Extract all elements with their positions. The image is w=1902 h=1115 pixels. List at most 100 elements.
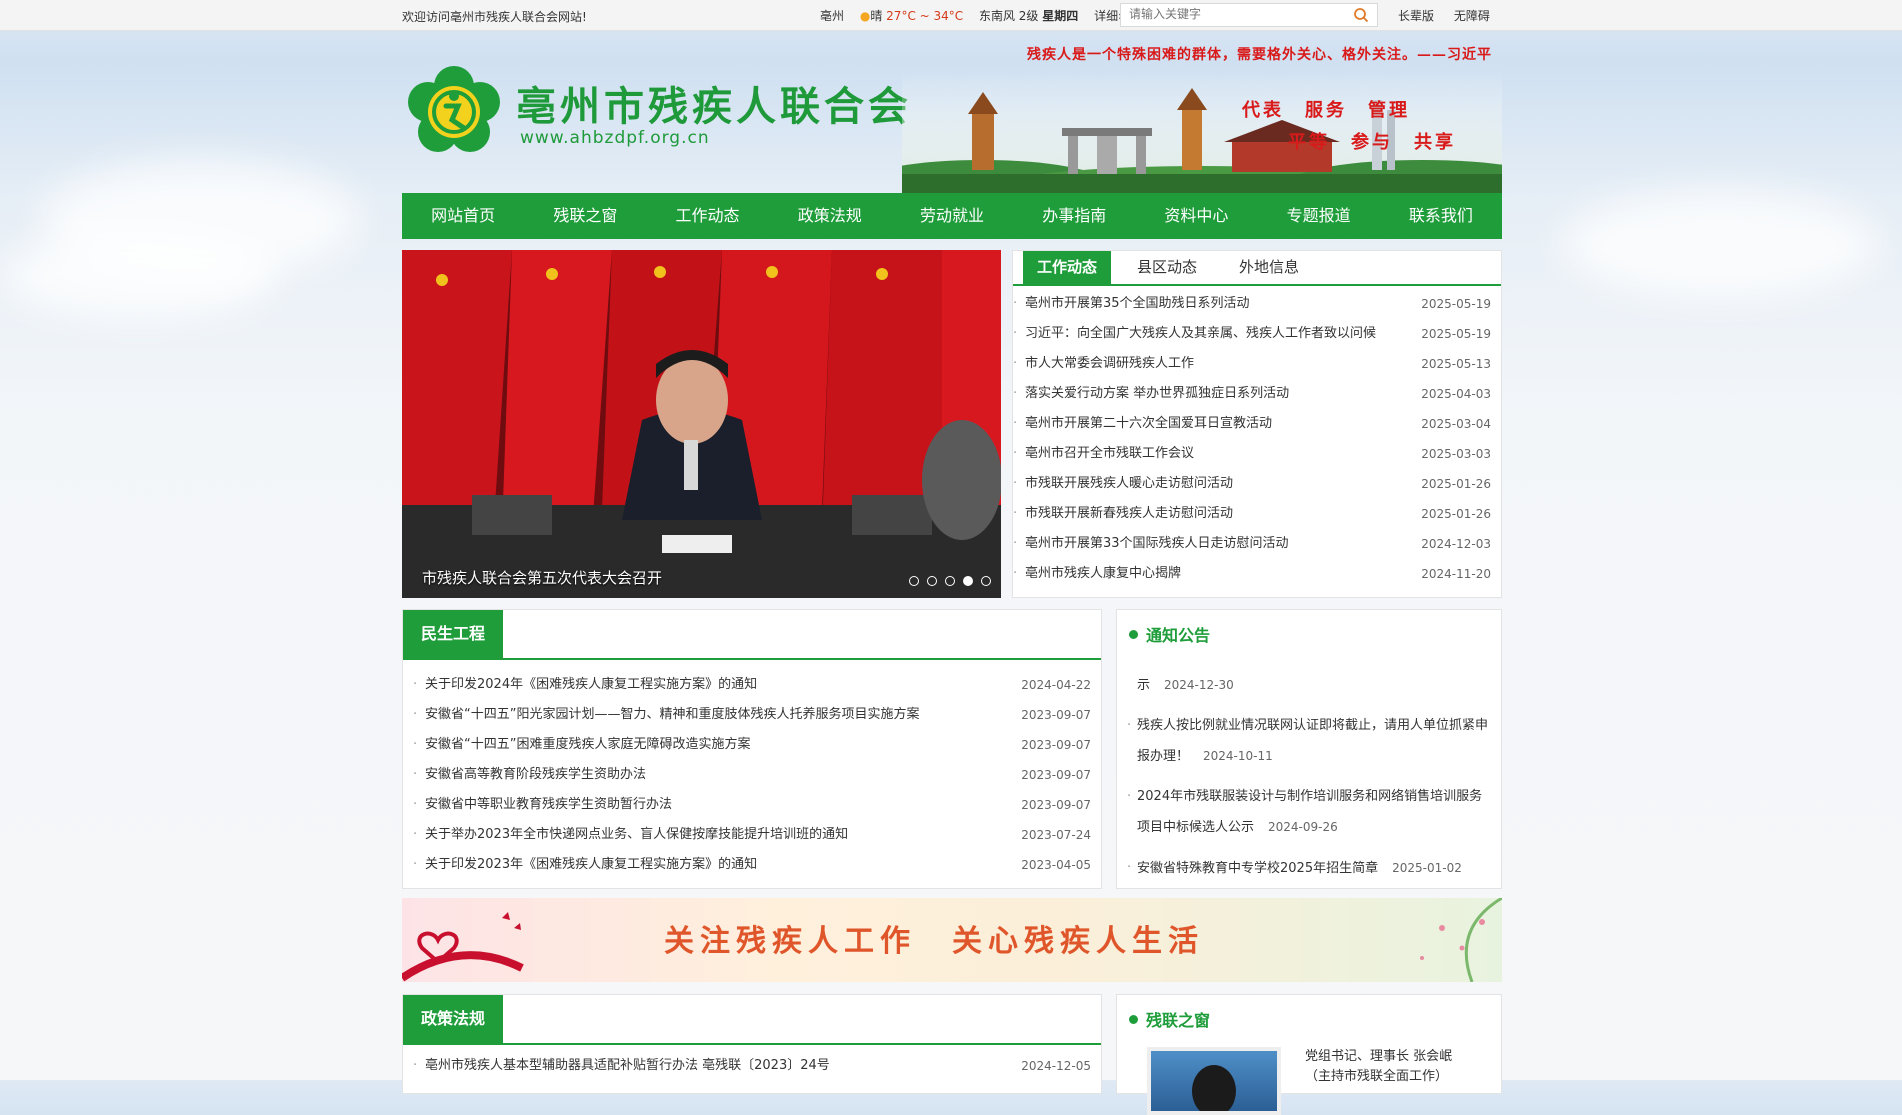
notice-item[interactable]: 亳州市直属用人单位2023年度按比例安排残疾人就业情况公示2024-12-30 bbox=[1127, 660, 1493, 701]
weather-temp: 27°C ~ 34°C bbox=[886, 9, 964, 23]
nav-policy[interactable]: 政策法规 bbox=[769, 193, 891, 239]
item-title[interactable]: 关于印发2023年《困难残疾人康复工程实施方案》的通知 bbox=[425, 850, 757, 880]
item-date: 2023-09-07 bbox=[1021, 738, 1091, 752]
item-title[interactable]: 安徽省“十四五”困难重度残疾人家庭无障碍改造实施方案 bbox=[425, 730, 750, 760]
item-title[interactable]: 安徽省“十四五”阳光家园计划——智力、精神和重度肢体残疾人托养服务项目实施方案 bbox=[425, 700, 919, 730]
logo-icon[interactable] bbox=[408, 66, 500, 158]
notice-item[interactable]: 安徽省特殊教育中专学校2025年招生简章 2025-01-02 bbox=[1127, 853, 1493, 874]
notice-item[interactable]: 残疾人按比例就业情况联网认证即将截止，请用人单位抓紧申报办理！2024-10-1… bbox=[1127, 711, 1493, 772]
news-title[interactable]: 市残联开展新春残疾人走访慰问活动 bbox=[1025, 499, 1233, 529]
heart-ribbon-illustration bbox=[402, 912, 524, 982]
search-icon[interactable] bbox=[1353, 7, 1369, 23]
list-item[interactable]: · 落实关爱行动方案 举办世界孤独症日系列活动 2025-04-03 bbox=[1013, 379, 1491, 409]
nav-guide[interactable]: 办事指南 bbox=[1013, 193, 1135, 239]
news-title[interactable]: 亳州市开展第二十六次全国爱耳日宣教活动 bbox=[1025, 409, 1272, 439]
accessibility-link[interactable]: 无障碍 bbox=[1454, 9, 1490, 23]
list-item[interactable]: · 习近平：向全国广大残疾人及其亲属、残疾人工作者致以问候 2025-05-19 bbox=[1013, 319, 1491, 349]
nav-home[interactable]: 网站首页 bbox=[402, 193, 524, 239]
notice-item-title: 残疾人按比例就业情况联网认证即将截止，请用人单位抓紧申报办理！ bbox=[1137, 718, 1489, 764]
nav-federation-window[interactable]: 残联之窗 bbox=[524, 193, 646, 239]
news-title[interactable]: 亳州市召开全市残联工作会议 bbox=[1025, 439, 1194, 469]
floral-decoration bbox=[1420, 898, 1502, 982]
news-date: 2025-05-19 bbox=[1421, 327, 1491, 341]
site-header: 残疾人是一个特殊困难的群体，需要格外关心、格外关注。——习近平 亳州市残疾人联合… bbox=[402, 30, 1502, 193]
list-item[interactable]: · 安徽省“十四五”困难重度残疾人家庭无障碍改造实施方案 2023-09-07 bbox=[413, 730, 1091, 760]
item-title[interactable]: 安徽省中等职业教育残疾学生资助暂行办法 bbox=[425, 790, 672, 820]
news-title[interactable]: 市人大常委会调研残疾人工作 bbox=[1025, 349, 1194, 379]
news-date: 2025-01-26 bbox=[1421, 477, 1491, 491]
list-item[interactable]: · 安徽省“十四五”阳光家园计划——智力、精神和重度肢体残疾人托养服务项目实施方案… bbox=[413, 700, 1091, 730]
notice-item-date: 2024-12-30 bbox=[1164, 678, 1234, 692]
list-item[interactable]: · 亳州市残疾人康复中心揭牌 2024-11-20 bbox=[1013, 559, 1491, 589]
nav-special-reports[interactable]: 专题报道 bbox=[1258, 193, 1380, 239]
nav-work-news[interactable]: 工作动态 bbox=[646, 193, 768, 239]
item-date: 2024-04-22 bbox=[1021, 678, 1091, 692]
item-date: 2023-04-05 bbox=[1021, 858, 1091, 872]
banner-slideshow[interactable]: 市残疾人联合会第五次代表大会召开 bbox=[402, 250, 1001, 598]
list-item[interactable]: · 亳州市召开全市残联工作会议 2025-03-03 bbox=[1013, 439, 1491, 469]
leader-duty: （主持市残联全面工作） bbox=[1305, 1069, 1449, 1084]
search-input[interactable] bbox=[1121, 4, 1329, 24]
tab-county-news[interactable]: 县区动态 bbox=[1137, 251, 1197, 284]
news-title[interactable]: 亳州市开展第35个全国助残日系列活动 bbox=[1025, 289, 1250, 319]
news-title[interactable]: 亳州市开展第33个国际残疾人日走访慰问活动 bbox=[1025, 529, 1289, 559]
news-title[interactable]: 习近平：向全国广大残疾人及其亲属、残疾人工作者致以问候 bbox=[1025, 319, 1376, 349]
weather-widget: 亳州 ●晴 27°C ~ 34°C 东南风 2级 星期四 详细» bbox=[820, 7, 1125, 24]
news-date: 2025-04-03 bbox=[1421, 387, 1491, 401]
nav-resources[interactable]: 资料中心 bbox=[1135, 193, 1257, 239]
leader-photo[interactable] bbox=[1147, 1047, 1281, 1115]
top-links: 长辈版 无障碍 bbox=[1398, 7, 1506, 24]
green-dot-icon bbox=[1129, 1015, 1138, 1024]
list-item[interactable]: · 关于举办2023年全市快递网点业务、盲人保健按摩技能提升培训班的通知 2023-… bbox=[413, 820, 1091, 850]
notice-title[interactable]: 通知公告 bbox=[1129, 622, 1210, 646]
list-item[interactable]: · 亳州市开展第33个国际残疾人日走访慰问活动 2024-12-03 bbox=[1013, 529, 1491, 559]
main-nav: 网站首页 残联之窗 工作动态 政策法规 劳动就业 办事指南 资料中心 专题报道 … bbox=[402, 193, 1502, 239]
leader-info[interactable]: 党组书记、理事长 张会岷 （主持市残联全面工作） bbox=[1305, 1047, 1452, 1087]
tab-work-news[interactable]: 工作动态 bbox=[1023, 251, 1112, 284]
news-date: 2025-05-13 bbox=[1421, 357, 1491, 371]
top-bar: 欢迎访问亳州市残疾人联合会网站! 亳州 ●晴 27°C ~ 34°C 东南风 2… bbox=[0, 0, 1902, 31]
section-title[interactable]: 民生工程 bbox=[403, 610, 504, 658]
notice-item-date: 2025-01-02 bbox=[1392, 861, 1462, 874]
list-item[interactable]: · 安徽省中等职业教育残疾学生资助暂行办法 2023-09-07 bbox=[413, 790, 1091, 820]
item-title[interactable]: 关于印发2024年《困难残疾人康复工程实施方案》的通知 bbox=[425, 670, 757, 700]
notice-item-date: 2024-09-26 bbox=[1268, 820, 1338, 834]
nav-employment[interactable]: 劳动就业 bbox=[891, 193, 1013, 239]
nav-contact[interactable]: 联系我们 bbox=[1380, 193, 1502, 239]
item-title[interactable]: 亳州市残疾人基本型辅助器具适配补贴暂行办法 亳残联〔2023〕24号 bbox=[425, 1051, 830, 1081]
elder-mode-link[interactable]: 长辈版 bbox=[1398, 9, 1434, 23]
promo-text: 关注残疾人工作 关心残疾人生活 bbox=[664, 924, 1204, 959]
list-item[interactable]: · 亳州市开展第35个全国助残日系列活动 2025-05-19 bbox=[1013, 289, 1491, 319]
promo-banner[interactable]: 关注残疾人工作 关心残疾人生活 bbox=[402, 898, 1502, 982]
list-item[interactable]: · 市人大常委会调研残疾人工作 2025-05-13 bbox=[1013, 349, 1491, 379]
news-title[interactable]: 市残联开展残疾人暖心走访慰问活动 bbox=[1025, 469, 1233, 499]
list-item[interactable]: · 亳州市开展第二十六次全国爱耳日宣教活动 2025-03-04 bbox=[1013, 409, 1491, 439]
news-title[interactable]: 亳州市残疾人康复中心揭牌 bbox=[1025, 559, 1181, 589]
window-section: 残联之窗 党组书记、理事长 张会岷 （主持市残联全面工作） bbox=[1116, 994, 1502, 1115]
item-date: 2023-09-07 bbox=[1021, 708, 1091, 722]
list-item[interactable]: · 市残联开展残疾人暖心走访慰问活动 2025-01-26 bbox=[1013, 469, 1491, 499]
leader-title: 党组书记、理事长 张会岷 bbox=[1305, 1049, 1453, 1064]
news-title[interactable]: 落实关爱行动方案 举办世界孤独症日系列活动 bbox=[1025, 379, 1289, 409]
item-title[interactable]: 安徽省高等教育阶段残疾学生资助办法 bbox=[425, 760, 646, 790]
list-item[interactable]: · 关于印发2024年《困难残疾人康复工程实施方案》的通知 2024-04-22 bbox=[413, 670, 1091, 700]
slide-dot-active[interactable] bbox=[963, 576, 973, 586]
slide-dot[interactable] bbox=[927, 576, 937, 586]
tab-external-info[interactable]: 外地信息 bbox=[1239, 251, 1299, 284]
item-title[interactable]: 关于举办2023年全市快递网点业务、盲人保健按摩技能提升培训班的通知 bbox=[425, 820, 848, 850]
window-title-text: 残联之窗 bbox=[1146, 1011, 1211, 1030]
values-row-1: 代表 服务 管理 bbox=[1242, 100, 1410, 121]
list-item[interactable]: · 关于印发2023年《困难残疾人康复工程实施方案》的通知 2023-04-05 bbox=[413, 850, 1091, 880]
slide-dot[interactable] bbox=[945, 576, 955, 586]
list-item[interactable]: · 亳州市残疾人基本型辅助器具适配补贴暂行办法 亳残联〔2023〕24号 2024-… bbox=[413, 1051, 1091, 1081]
slide-dot[interactable] bbox=[981, 576, 991, 586]
slide-dot[interactable] bbox=[909, 576, 919, 586]
section-title[interactable]: 政策法规 bbox=[403, 995, 504, 1043]
list-item[interactable]: · 安徽省高等教育阶段残疾学生资助办法 2023-09-07 bbox=[413, 760, 1091, 790]
banner-caption[interactable]: 市残疾人联合会第五次代表大会召开 bbox=[422, 567, 662, 588]
notice-title-text: 通知公告 bbox=[1146, 626, 1211, 645]
window-title[interactable]: 残联之窗 bbox=[1129, 1007, 1210, 1031]
list-item[interactable]: · 市残联开展新春残疾人走访慰问活动 2025-01-26 bbox=[1013, 499, 1491, 529]
news-list: · 亳州市开展第35个全国助残日系列活动 2025-05-19 · 习近平：向全国广大… bbox=[1013, 289, 1491, 589]
notice-item[interactable]: 2024年市残联服装设计与制作培训服务和网络销售培训服务项目中标候选人公示202… bbox=[1127, 782, 1493, 843]
